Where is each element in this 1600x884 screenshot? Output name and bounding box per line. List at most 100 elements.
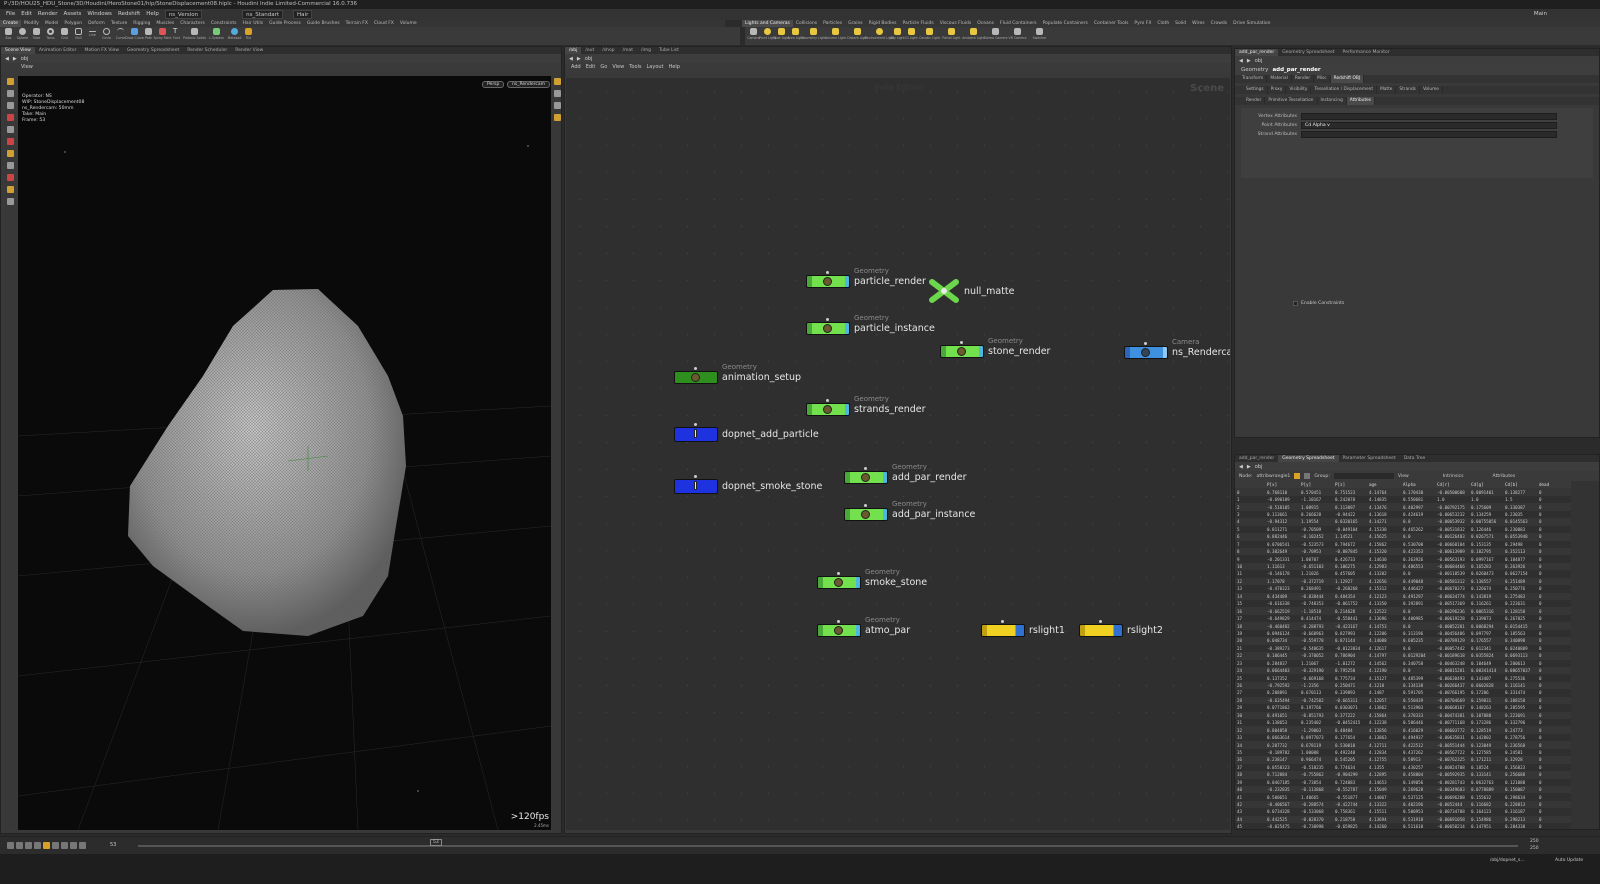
net-menu-view[interactable]: View [612, 63, 624, 72]
menu-windows[interactable]: Windows [84, 9, 115, 20]
tab-geometry-spreadsheet[interactable]: Geometry Spreadsheet [1278, 455, 1339, 462]
tab-parameters[interactable]: add_par_render [1235, 49, 1279, 56]
pose-tool-icon[interactable] [7, 138, 14, 145]
shelf-tab[interactable]: Particle Fluids [899, 20, 936, 27]
tab-parm-node[interactable]: add_par_render [1235, 455, 1278, 462]
forward-icon[interactable]: ▶ [13, 56, 17, 62]
tab-render-view[interactable]: Render View [231, 47, 267, 54]
network-editor[interactable]: Indie Edition Scene Geometry particle_ren… [566, 78, 1230, 830]
select-tool-icon[interactable] [7, 78, 14, 85]
tab-mat[interactable]: /mat [619, 47, 637, 54]
null-tool[interactable]: Null [72, 27, 85, 45]
tab-geometry-spreadsheet[interactable]: Geometry Spreadsheet [1278, 49, 1338, 56]
tube-tool[interactable]: Tube [30, 27, 43, 45]
tab-matte[interactable]: Matte [1377, 86, 1397, 94]
torus-tool[interactable]: Torus [44, 27, 57, 45]
net-menu-layout[interactable]: Layout [647, 63, 664, 72]
auto-update-button[interactable]: Auto Update [1555, 858, 1583, 863]
portal-light-tool[interactable]: Portal Light [941, 27, 962, 45]
tab-img[interactable]: /img [637, 47, 655, 54]
stereo-camera-tool[interactable]: Stereo Camera [984, 27, 1007, 45]
attributes-dropdown[interactable]: Attributes [1493, 474, 1516, 479]
shelf-tab[interactable]: Modify [21, 20, 42, 27]
point-attributes-field[interactable]: Cd Alpha v [1301, 122, 1557, 129]
net-menu-go[interactable]: Go [600, 63, 607, 72]
shelf-tab[interactable]: Characters [177, 20, 208, 27]
shelf-tab[interactable]: Fluid Containers [997, 20, 1040, 27]
tab-out[interactable]: /out [581, 47, 598, 54]
tab-misc[interactable]: Misc [1314, 75, 1331, 83]
menu-assets[interactable]: Assets [60, 9, 84, 20]
tab-volume[interactable]: Volume [1420, 86, 1443, 94]
shelf-tab[interactable]: Pyro FX [1131, 20, 1154, 27]
geometry-light-tool[interactable]: Geometry Light [801, 27, 826, 45]
back-icon[interactable]: ◀ [569, 56, 573, 62]
tab-proxy[interactable]: Proxy [1268, 86, 1287, 94]
switcher-tool[interactable]: Switcher [1029, 27, 1050, 45]
handle-tool-icon[interactable] [7, 126, 14, 133]
l-system-tool[interactable]: L-System [206, 27, 227, 45]
tab-render[interactable]: Render [1292, 75, 1315, 83]
shelf-tab[interactable]: Grains [845, 20, 866, 27]
back-icon[interactable]: ◀ [1239, 464, 1243, 470]
tab-render-scheduler[interactable]: Render Scheduler [183, 47, 231, 54]
column-header[interactable]: age [1367, 481, 1401, 489]
volume-light-tool[interactable]: Volume Light [825, 27, 846, 45]
vr-camera-tool[interactable]: VR Camera [1007, 27, 1028, 45]
tab-motion-fx-view[interactable]: Motion FX View [81, 47, 123, 54]
forward-icon[interactable]: ▶ [1247, 58, 1251, 64]
tab-geometry-spreadsheet[interactable]: Geometry Spreadsheet [123, 47, 183, 54]
shelf-tab[interactable]: Muscles [153, 20, 177, 27]
circle-tool[interactable]: Circle [100, 27, 113, 45]
tab-parameter-spreadsheet[interactable]: Parameter Spreadsheet [1339, 455, 1400, 462]
main-take-label[interactable]: Main [1531, 9, 1550, 20]
enable-constraints-checkbox[interactable] [1293, 301, 1298, 306]
shading-icon[interactable] [553, 90, 561, 97]
net-menu-add[interactable]: Add [571, 63, 581, 72]
sheet-path[interactable]: obj [1255, 464, 1263, 470]
tab-performance-monitor[interactable]: Performance Monitor [1339, 49, 1394, 56]
shelf-tab[interactable]: Rigging [130, 20, 153, 27]
shelf-tab[interactable]: Terrain FX [343, 20, 371, 27]
column-header[interactable]: P[y] [1299, 481, 1333, 489]
jump-start-icon[interactable] [7, 842, 14, 849]
scale-tool-icon[interactable] [7, 114, 14, 121]
spray-paint-tool[interactable]: Spray Paint [153, 27, 172, 45]
lighting-icon[interactable] [553, 102, 561, 109]
tab-redshift-obj[interactable]: Redshift OBJ [1330, 75, 1365, 83]
hair-dropdown[interactable]: Hair [293, 10, 313, 19]
caustic-light-tool[interactable]: Caustic Light [919, 27, 940, 45]
prev-key-icon[interactable] [34, 842, 41, 849]
shelf-tab[interactable]: Create [0, 20, 21, 27]
parm-path[interactable]: obj [1255, 58, 1263, 64]
shelf-tab[interactable]: Oceans [974, 20, 997, 27]
shelf-tab[interactable]: Drive Simulation [1230, 20, 1273, 27]
build-dropdown[interactable]: ns_Standart [242, 10, 284, 19]
shelf-tab[interactable]: Viscous Fluids [937, 20, 975, 27]
net-menu-edit[interactable]: Edit [586, 63, 596, 72]
tab-data-tree[interactable]: Data Tree [1400, 455, 1430, 462]
line-tool[interactable]: Line [86, 27, 99, 45]
sphere-tool[interactable]: Sphere [16, 27, 29, 45]
network-path[interactable]: obj [585, 56, 593, 62]
strand-attributes-field[interactable] [1301, 131, 1557, 138]
step-back-icon[interactable] [16, 842, 23, 849]
step-forward-icon[interactable] [70, 842, 77, 849]
points-mode-icon[interactable] [1294, 473, 1301, 479]
snap-icon[interactable] [7, 162, 14, 169]
column-header[interactable]: Cd[g] [1469, 481, 1503, 489]
display-option-icon[interactable] [553, 78, 561, 85]
end-frame-field-2[interactable]: 250 [1530, 846, 1539, 851]
file-tool[interactable]: File [242, 27, 255, 45]
column-header[interactable]: Cd[r] [1435, 481, 1469, 489]
menu-edit[interactable]: Edit [18, 9, 35, 20]
tab-primitive-tessellation[interactable]: Primitive Tessellation [1265, 97, 1318, 105]
column-header[interactable] [1235, 481, 1265, 489]
shelf-tab[interactable]: Particles [820, 20, 845, 27]
jump-end-icon[interactable] [79, 842, 86, 849]
point-light-tool[interactable]: Point Light [759, 27, 776, 45]
tab-obj[interactable]: /obj [565, 47, 582, 54]
magnet-icon[interactable] [7, 174, 14, 181]
tab-animation-editor[interactable]: Animation Editor [35, 47, 81, 54]
timeline-scrubber[interactable] [138, 845, 1518, 847]
